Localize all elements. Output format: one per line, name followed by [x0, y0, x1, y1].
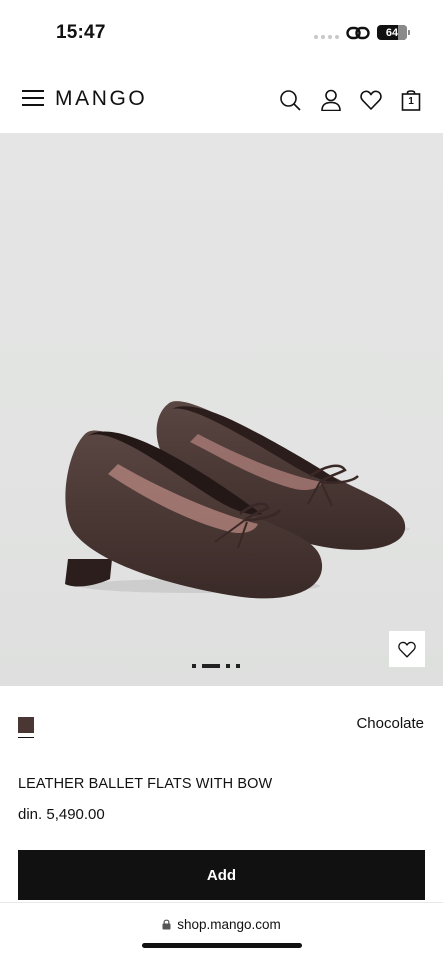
- menu-icon[interactable]: [22, 90, 44, 106]
- swatch-selected-indicator: [18, 737, 34, 738]
- heart-icon[interactable]: [360, 89, 382, 111]
- color-swatch-chocolate[interactable]: [18, 717, 34, 733]
- link-icon: [346, 26, 370, 40]
- site-header: MANGO 1: [0, 62, 443, 134]
- status-time: 15:47: [56, 22, 106, 43]
- search-icon[interactable]: [279, 89, 301, 111]
- mango-logo[interactable]: MANGO: [55, 87, 147, 111]
- browser-url-bar[interactable]: shop.mango.com: [0, 902, 443, 960]
- product-price: din. 5,490.00: [18, 806, 105, 823]
- product-title: LEATHER BALLET FLATS WITH BOW: [18, 776, 273, 792]
- color-name: Chocolate: [356, 715, 424, 732]
- signal-icon: [314, 35, 339, 39]
- product-image-gallery[interactable]: [0, 134, 443, 686]
- carousel-dot[interactable]: [192, 664, 196, 668]
- product-image: [65, 401, 410, 599]
- battery-level: 64: [385, 26, 399, 39]
- lock-icon: [162, 919, 171, 930]
- bag-count: 1: [408, 96, 414, 107]
- carousel-dot[interactable]: [236, 664, 240, 668]
- user-icon[interactable]: [320, 89, 342, 111]
- home-indicator[interactable]: [142, 943, 302, 948]
- battery-tip: [408, 30, 410, 35]
- heart-icon: [398, 641, 416, 658]
- carousel-dot[interactable]: [226, 664, 230, 668]
- carousel-dots[interactable]: [192, 664, 240, 668]
- battery-icon: 64: [377, 25, 407, 40]
- url-text[interactable]: shop.mango.com: [177, 917, 281, 932]
- status-bar: 15:47 64: [0, 0, 443, 62]
- add-to-wishlist-button[interactable]: [389, 631, 425, 667]
- carousel-dot-active[interactable]: [202, 664, 220, 668]
- bag-button[interactable]: 1: [401, 89, 423, 111]
- add-to-bag-button[interactable]: Add: [18, 850, 425, 900]
